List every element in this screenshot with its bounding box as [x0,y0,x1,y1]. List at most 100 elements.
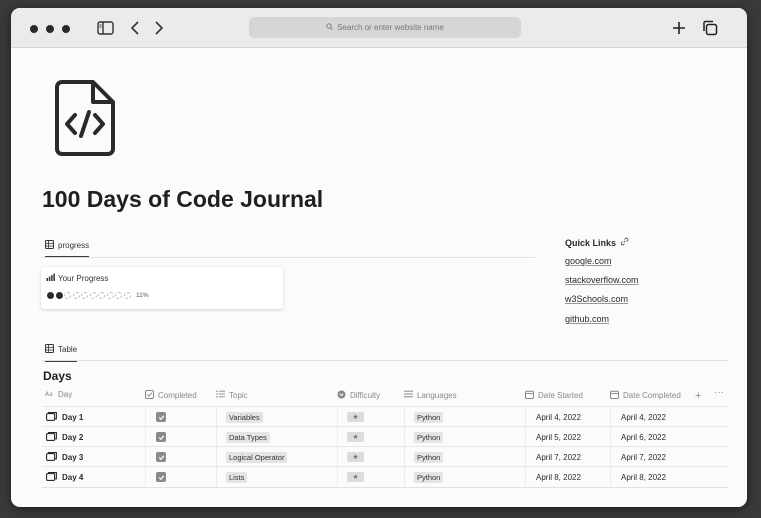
close-window-button[interactable] [30,25,38,33]
column-divider [610,407,611,427]
more-options-icon[interactable]: ··· [714,387,724,398]
browser-toolbar: Search or enter website name [11,8,747,48]
day-cell[interactable]: Day 4 [46,467,83,487]
languages-cell[interactable]: Python [414,467,444,487]
table-row[interactable]: Day 3 Logical Operator ★ Python April 7, 202… [42,446,728,467]
column-divider [525,427,526,447]
progress-dot [81,292,88,299]
progress-card[interactable]: Your Progress 11% [41,267,283,309]
tab-progress[interactable]: progress [45,240,90,258]
add-column-icon[interactable]: + [695,390,701,402]
table-row[interactable]: Day 1 Variables ★ Python April 4, 2022 April … [42,406,728,427]
progress-card-title: Your Progress [46,273,108,283]
languages-cell[interactable]: Python [414,427,444,447]
date-completed-cell[interactable]: April 6, 2022 [621,427,666,447]
star-icon: ★ [347,432,364,442]
date-started-cell[interactable]: April 4, 2022 [536,407,581,427]
languages-cell[interactable]: Python [414,447,444,467]
back-icon[interactable] [125,18,145,38]
column-divider [404,447,405,467]
progress-dot [106,292,114,299]
language-tag: Python [414,451,444,463]
column-divider [610,447,611,467]
difficulty-cell[interactable]: ★ [347,407,364,427]
column-divider [610,427,611,447]
checked-checkbox[interactable] [156,472,166,482]
column-header-languages[interactable]: Languages [404,390,457,400]
day-cell[interactable]: Day 3 [46,447,83,467]
difficulty-cell[interactable]: ★ [347,427,364,447]
column-header-topic[interactable]: Topic [216,390,248,400]
completed-cell[interactable] [156,467,166,487]
column-divider [145,407,146,427]
topic-cell[interactable]: Logical Operator [226,447,288,467]
topic-cell[interactable]: Data Types [226,427,270,447]
progress-dot [89,292,97,299]
column-header-difficulty[interactable]: Difficulty [337,390,380,401]
select-property-icon [337,390,346,401]
checked-checkbox[interactable] [156,432,166,442]
column-divider [145,427,146,447]
topic-cell[interactable]: Variables [226,407,263,427]
date-started-cell[interactable]: April 7, 2022 [536,447,581,467]
topic-tag: Data Types [226,431,270,443]
column-header-completed[interactable]: Completed [145,390,197,401]
quick-link-github[interactable]: github.com [565,314,609,324]
day-cell[interactable]: Day 2 [46,427,83,447]
sidebar-toggle-icon[interactable] [95,18,115,38]
language-tag: Python [414,471,444,483]
minimize-window-button[interactable] [46,25,54,33]
new-tab-icon[interactable] [669,18,689,38]
column-divider [145,467,146,487]
quick-link-google[interactable]: google.com [565,256,612,266]
topic-cell[interactable]: Lists [226,467,248,487]
topic-tag: Variables [226,411,263,423]
completed-cell[interactable] [156,407,166,427]
column-divider [404,427,405,447]
date-completed-cell[interactable]: April 8, 2022 [621,467,666,487]
bar-chart-icon [46,273,55,283]
star-icon: ★ [347,472,364,482]
languages-cell[interactable]: Python [414,407,444,427]
address-bar[interactable]: Search or enter website name [249,17,521,38]
progress-percent: 11% [136,292,149,299]
column-header-day[interactable]: Aa Day [45,390,72,399]
maximize-window-button[interactable] [62,25,70,33]
date-completed-cell[interactable]: April 7, 2022 [621,447,666,467]
column-divider [525,467,526,487]
day-cell[interactable]: Day 1 [46,407,83,427]
progress-dot [98,292,105,299]
forward-icon[interactable] [149,18,169,38]
quick-link-stackoverflow[interactable]: stackoverflow.com [565,275,639,285]
column-divider [216,427,217,447]
completed-cell[interactable] [156,427,166,447]
date-completed-cell[interactable]: April 4, 2022 [621,407,666,427]
multi-select-icon [404,390,413,400]
date-started-cell[interactable]: April 5, 2022 [536,427,581,447]
progress-dot [64,292,71,299]
difficulty-cell[interactable]: ★ [347,447,364,467]
calendar-icon [610,390,619,401]
database-title: Days [43,369,72,383]
tab-table-label: Table [58,345,78,354]
table-row[interactable]: Day 4 Lists ★ Python April 8, 2022 April 8, 2… [42,466,728,487]
checked-checkbox[interactable] [156,412,166,422]
browser-window: Search or enter website name 100 Days of… [11,8,747,507]
difficulty-cell[interactable]: ★ [347,467,364,487]
date-started-cell[interactable]: April 8, 2022 [536,467,581,487]
day-label: Day 3 [62,452,84,462]
progress-dot [55,292,63,299]
table-row[interactable]: Day 2 Data Types ★ Python April 5, 2022 April… [42,426,728,447]
column-header-date-completed[interactable]: Date Completed [610,390,681,401]
checked-checkbox[interactable] [156,452,166,462]
column-header-date-started[interactable]: Date Started [525,390,583,401]
tab-overview-icon[interactable] [700,18,720,38]
column-divider [337,467,338,487]
quick-link-w3schools[interactable]: w3Schools.com [565,294,628,304]
search-icon [326,23,334,32]
column-divider [525,407,526,427]
column-divider [216,447,217,467]
topic-tag: Lists [226,471,248,483]
code-file-icon[interactable] [53,79,117,162]
completed-cell[interactable] [156,447,166,467]
